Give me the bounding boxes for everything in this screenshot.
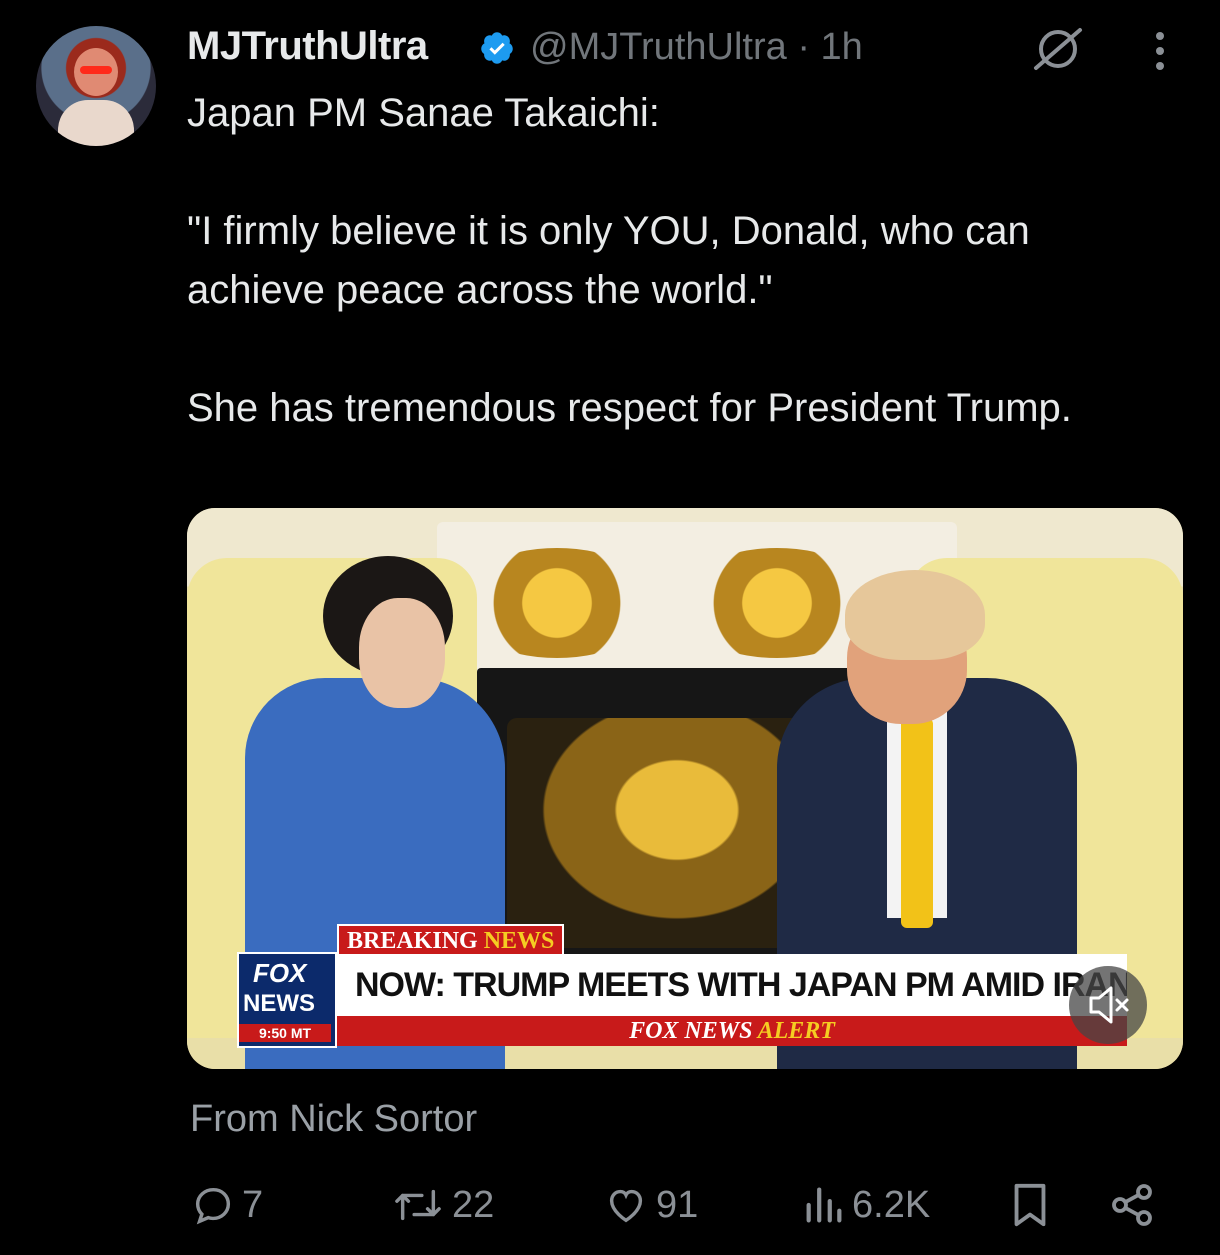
bookmark-button[interactable] xyxy=(1008,1170,1052,1240)
reply-count: 7 xyxy=(242,1183,264,1226)
breaking-label-1: BREAKING xyxy=(347,928,484,954)
avatar-body xyxy=(58,100,134,146)
alert-label-2: ALERT xyxy=(757,1018,835,1044)
author-handle[interactable]: @MJTruthUltra xyxy=(530,26,787,68)
alert-label-1: FOX NEWS xyxy=(629,1018,758,1044)
bookmark-icon xyxy=(1014,1183,1046,1227)
like-button[interactable]: 91 xyxy=(602,1170,698,1240)
repost-count: 22 xyxy=(452,1183,495,1226)
grok-icon[interactable] xyxy=(1030,24,1086,74)
broadcast-time: 9:50 MT xyxy=(239,1024,331,1042)
breaking-label-2: NEWS xyxy=(483,928,555,954)
media-attribution: From Nick Sortor xyxy=(190,1098,478,1140)
share-button[interactable] xyxy=(1108,1170,1156,1240)
like-count: 91 xyxy=(656,1183,699,1226)
video-person-right-tie xyxy=(901,718,933,928)
tweet-paragraph-2: "I firmly believe it is only YOU, Donald… xyxy=(187,209,1030,312)
avatar[interactable] xyxy=(36,26,156,146)
meta-separator: · xyxy=(797,26,810,68)
views-button[interactable]: 6.2K xyxy=(802,1170,930,1240)
verified-badge-icon xyxy=(481,32,513,64)
mute-button[interactable] xyxy=(1069,966,1147,1044)
views-icon xyxy=(806,1187,842,1223)
video-ornament-left xyxy=(457,548,657,658)
news-alert-bar: FOX NEWS ALERT xyxy=(337,1016,1127,1046)
post-time[interactable]: 1h xyxy=(821,26,863,68)
repost-button[interactable]: 22 xyxy=(390,1170,494,1240)
news-headline: NOW: TRUMP MEETS WITH JAPAN PM AMID IRAN… xyxy=(337,954,1127,1016)
reply-button[interactable]: 7 xyxy=(190,1170,263,1240)
tweet-paragraph-1: Japan PM Sanae Takaichi: xyxy=(187,91,660,135)
author-display-name[interactable]: MJTruthUltra xyxy=(187,24,428,69)
tweet-paragraph-3: She has tremendous respect for President… xyxy=(187,386,1072,430)
author-meta: @MJTruthUltra · 1h xyxy=(530,26,863,69)
breaking-news-tag: BREAKING NEWS xyxy=(337,924,565,958)
avatar-glasses xyxy=(80,66,112,74)
tweet-body: Japan PM Sanae Takaichi: "I firmly belie… xyxy=(187,84,1177,438)
fox-logo-line-1: FOX xyxy=(253,958,307,988)
like-icon xyxy=(609,1189,643,1223)
reply-icon xyxy=(195,1187,231,1225)
repost-icon xyxy=(395,1189,441,1221)
views-count: 6.2K xyxy=(852,1183,931,1226)
action-bar: 7 22 91 6.2K xyxy=(190,1170,1170,1240)
mute-icon xyxy=(1089,986,1129,1024)
fox-logo-line-2: NEWS xyxy=(243,990,315,1017)
video-player[interactable]: FOX NEWS 9:50 MT BREAKING NEWS NOW: TRUM… xyxy=(187,508,1183,1069)
more-icon[interactable] xyxy=(1142,30,1178,72)
video-person-right-hair xyxy=(845,570,985,660)
video-person-left-face xyxy=(359,598,445,708)
share-icon xyxy=(1112,1184,1152,1226)
